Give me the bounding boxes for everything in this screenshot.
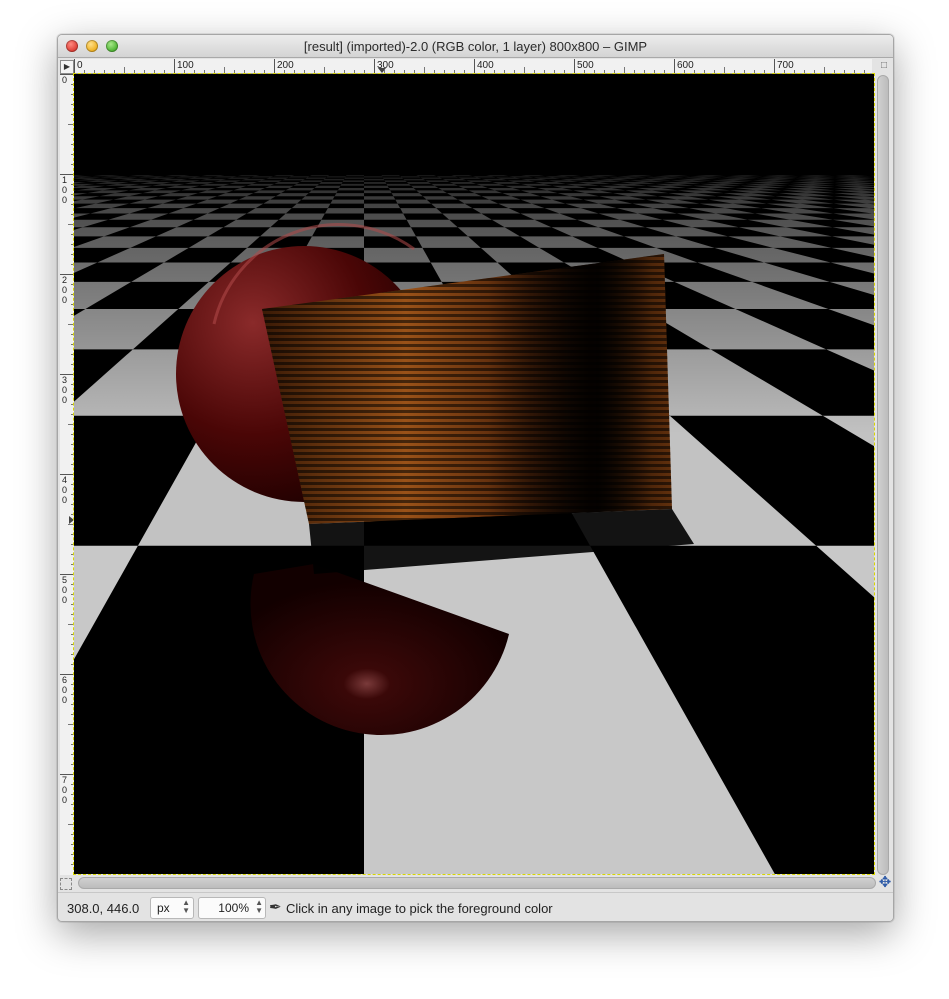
- ruler-label: 400: [477, 60, 494, 71]
- ruler-label: 600: [62, 675, 67, 705]
- horizontal-ruler[interactable]: 0 100 200 300 400 500 600 700: [74, 59, 872, 74]
- unit-select[interactable]: px ▲ ▼: [150, 897, 194, 919]
- ruler-label: 0: [77, 60, 83, 71]
- zoom-spinner-icon[interactable]: ▲ ▼: [255, 899, 263, 915]
- vertical-ruler[interactable]: 0 100 200 300 400 500 600 700: [60, 74, 75, 875]
- navigate-icon[interactable]: ✥: [877, 875, 893, 891]
- window-title: [result] (imported)-2.0 (RGB color, 1 la…: [303, 39, 648, 54]
- zoom-image-toggle[interactable]: [60, 878, 72, 890]
- ruler-label: 0: [62, 75, 67, 85]
- ruler-label: 100: [177, 60, 194, 71]
- ruler-label: 700: [777, 60, 794, 71]
- ruler-label: 600: [677, 60, 694, 71]
- ruler-label: 700: [62, 775, 67, 805]
- status-bar: 308.0, 446.0 px ▲ ▼ 100% ▲ ▼ ✒ Click in an…: [58, 892, 893, 921]
- quick-mask-icon[interactable]: □: [878, 60, 890, 72]
- vertical-scrollbar[interactable]: [876, 75, 889, 875]
- horizontal-scrollbar[interactable]: [76, 876, 876, 889]
- unit-spinner-icon[interactable]: ▲ ▼: [182, 899, 190, 915]
- ruler-label: 500: [577, 60, 594, 71]
- gimp-image-window: [result] (imported)-2.0 (RGB color, 1 la…: [57, 34, 894, 922]
- title-bar[interactable]: [result] (imported)-2.0 (RGB color, 1 la…: [58, 35, 893, 58]
- ruler-label: 100: [62, 175, 67, 205]
- ruler-label: 300: [62, 375, 67, 405]
- ruler-label: 200: [277, 60, 294, 71]
- status-message: Click in any image to pick the foregroun…: [286, 901, 553, 916]
- pointer-coordinates: 308.0, 446.0: [67, 901, 140, 916]
- color-picker-icon: ✒: [269, 899, 282, 916]
- zoom-select[interactable]: 100% ▲ ▼: [198, 897, 266, 919]
- image-canvas[interactable]: [73, 73, 875, 875]
- ruler-label: 400: [62, 475, 67, 505]
- image-menu-button[interactable]: ▶: [60, 60, 74, 74]
- ruler-label: 500: [62, 575, 67, 605]
- ruler-label: 200: [62, 275, 67, 305]
